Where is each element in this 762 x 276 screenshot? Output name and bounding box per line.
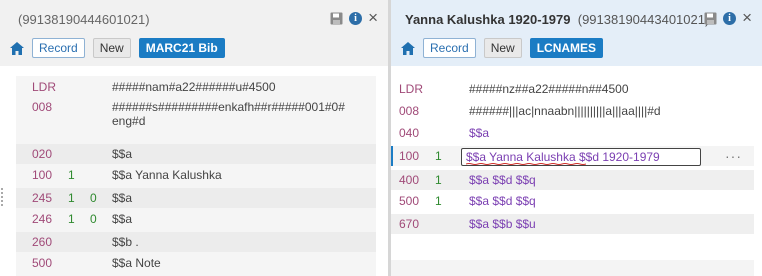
marc-row-400[interactable]: 400 1 $$a $$d $$q: [391, 170, 754, 190]
right-record-pane: Yanna Kalushka 1920-1979 (99138190443401…: [391, 0, 762, 276]
marc-row-260[interactable]: 260 $$b .: [16, 232, 376, 252]
right-pane-header: Yanna Kalushka 1920-1979 (99138190443401…: [391, 0, 762, 66]
new-button[interactable]: New: [483, 38, 522, 58]
spellcheck-underline: [466, 163, 586, 165]
indicator-2[interactable]: 0: [90, 212, 112, 226]
field-tag: LDR: [32, 80, 57, 94]
marc-row-100[interactable]: 100 1 $$a Yanna Kalushka $$d 1920-1979 ·…: [391, 146, 754, 166]
field-value[interactable]: $$b .: [112, 232, 139, 249]
new-button[interactable]: New: [92, 38, 131, 58]
field-tag: 245: [32, 191, 53, 205]
marc-row-246[interactable]: 246 1 0 $$a: [16, 212, 376, 230]
indicator-1[interactable]: 1: [68, 168, 90, 182]
close-icon[interactable]: ×: [368, 9, 378, 26]
indicator-2[interactable]: 0: [90, 188, 112, 205]
field-value[interactable]: $$a: [112, 188, 132, 205]
indicator-1[interactable]: 1: [435, 170, 449, 187]
resize-grip-icon[interactable]: [0, 186, 5, 210]
marc-row-008[interactable]: 008 ######|||ac|nnaabn||||||||||a|||aa||…: [391, 104, 754, 122]
marc-row-670[interactable]: 670 $$a $$b $$u: [391, 214, 754, 234]
info-icon[interactable]: i: [349, 11, 363, 25]
left-marc-editor: LDR #####nam#a22######u#4500 008 ######s…: [16, 76, 376, 276]
left-pane-header: (99138190444601021) i × Record New MARC2…: [0, 0, 388, 66]
field-tag: 260: [32, 235, 53, 249]
field-tag: 020: [32, 147, 53, 161]
field-tag: 500: [399, 194, 420, 208]
save-icon[interactable]: [704, 12, 717, 25]
indicator-1[interactable]: 1: [68, 212, 90, 226]
field-value[interactable]: ######|||ac|nnaabn||||||||||a|||aa||||#d: [469, 104, 661, 118]
marc-row-500[interactable]: 500 1 $$a $$d $$q: [391, 194, 754, 212]
field-tag: 008: [32, 100, 53, 114]
marc-row-100[interactable]: 100 1 $$a Yanna Kalushka: [16, 168, 376, 186]
record-button[interactable]: Record: [423, 38, 476, 58]
marc-row-ldr[interactable]: LDR #####nam#a22######u#4500: [16, 80, 376, 96]
indicator-1[interactable]: 1: [68, 188, 90, 205]
right-marc-editor: LDR #####nz##a22#####n##4500 008 ######|…: [391, 76, 754, 276]
left-record-title: (99138190444601021): [18, 12, 150, 27]
field-tag: LDR: [399, 82, 424, 96]
field-value[interactable]: $$a: [112, 212, 132, 226]
field-tag: 500: [32, 256, 53, 270]
field-tag: 246: [32, 212, 53, 226]
field-tag: 040: [399, 126, 420, 140]
field-value[interactable]: #####nam#a22######u#4500: [112, 80, 276, 94]
field-value[interactable]: $$a $$d $$q: [469, 194, 536, 208]
save-icon[interactable]: [330, 12, 343, 25]
marc-row-500[interactable]: 500 $$a Note: [16, 256, 376, 274]
home-icon[interactable]: [401, 41, 415, 55]
field-edit-input[interactable]: $$a Yanna Kalushka $$d 1920-1979: [461, 148, 701, 166]
indicator-1[interactable]: 1: [435, 146, 449, 163]
field-value[interactable]: $$a $$b $$u: [469, 214, 536, 231]
authority-id: (99138190443401021): [577, 12, 710, 27]
right-record-title: Yanna Kalushka 1920-1979 (99138190443401…: [405, 12, 709, 27]
field-value[interactable]: $$a: [469, 126, 489, 140]
marc-row-020[interactable]: 020 $$a: [16, 144, 376, 164]
field-tag: 670: [399, 217, 420, 231]
field-tag: 100: [32, 168, 53, 182]
field-value[interactable]: $$a $$d $$q: [469, 170, 536, 187]
editor-empty-area: [391, 260, 754, 276]
field-value[interactable]: $$a: [112, 144, 132, 161]
marc-row-245[interactable]: 245 1 0 $$a: [16, 188, 376, 208]
home-icon[interactable]: [10, 41, 24, 55]
info-icon[interactable]: i: [723, 11, 737, 25]
active-row-indicator: [391, 146, 393, 166]
marc-row-008[interactable]: 008 ######s#########enkafh##r#####001#0#…: [16, 100, 376, 138]
field-tag: 008: [399, 104, 420, 118]
authority-heading: Yanna Kalushka 1920-1979: [405, 12, 571, 27]
field-value[interactable]: ######s#########enkafh##r#####001#0# eng…: [112, 100, 345, 128]
more-icon[interactable]: ···: [725, 148, 742, 164]
indicator-1[interactable]: 1: [435, 194, 449, 208]
lcnames-button[interactable]: LCNAMES: [529, 38, 604, 58]
left-record-pane: (99138190444601021) i × Record New MARC2…: [0, 0, 388, 276]
marc21-bib-button[interactable]: MARC21 Bib: [138, 38, 225, 58]
field-value[interactable]: $$a Note: [112, 256, 161, 270]
close-icon[interactable]: ×: [742, 9, 752, 26]
marc-row-ldr[interactable]: LDR #####nz##a22#####n##4500: [391, 82, 754, 98]
marc-row-040[interactable]: 040 $$a: [391, 126, 754, 144]
record-button[interactable]: Record: [32, 38, 85, 58]
field-tag: 400: [399, 173, 420, 187]
field-value[interactable]: $$a Yanna Kalushka: [112, 168, 222, 182]
field-value[interactable]: #####nz##a22#####n##4500: [469, 82, 629, 96]
field-tag: 100: [399, 149, 420, 163]
